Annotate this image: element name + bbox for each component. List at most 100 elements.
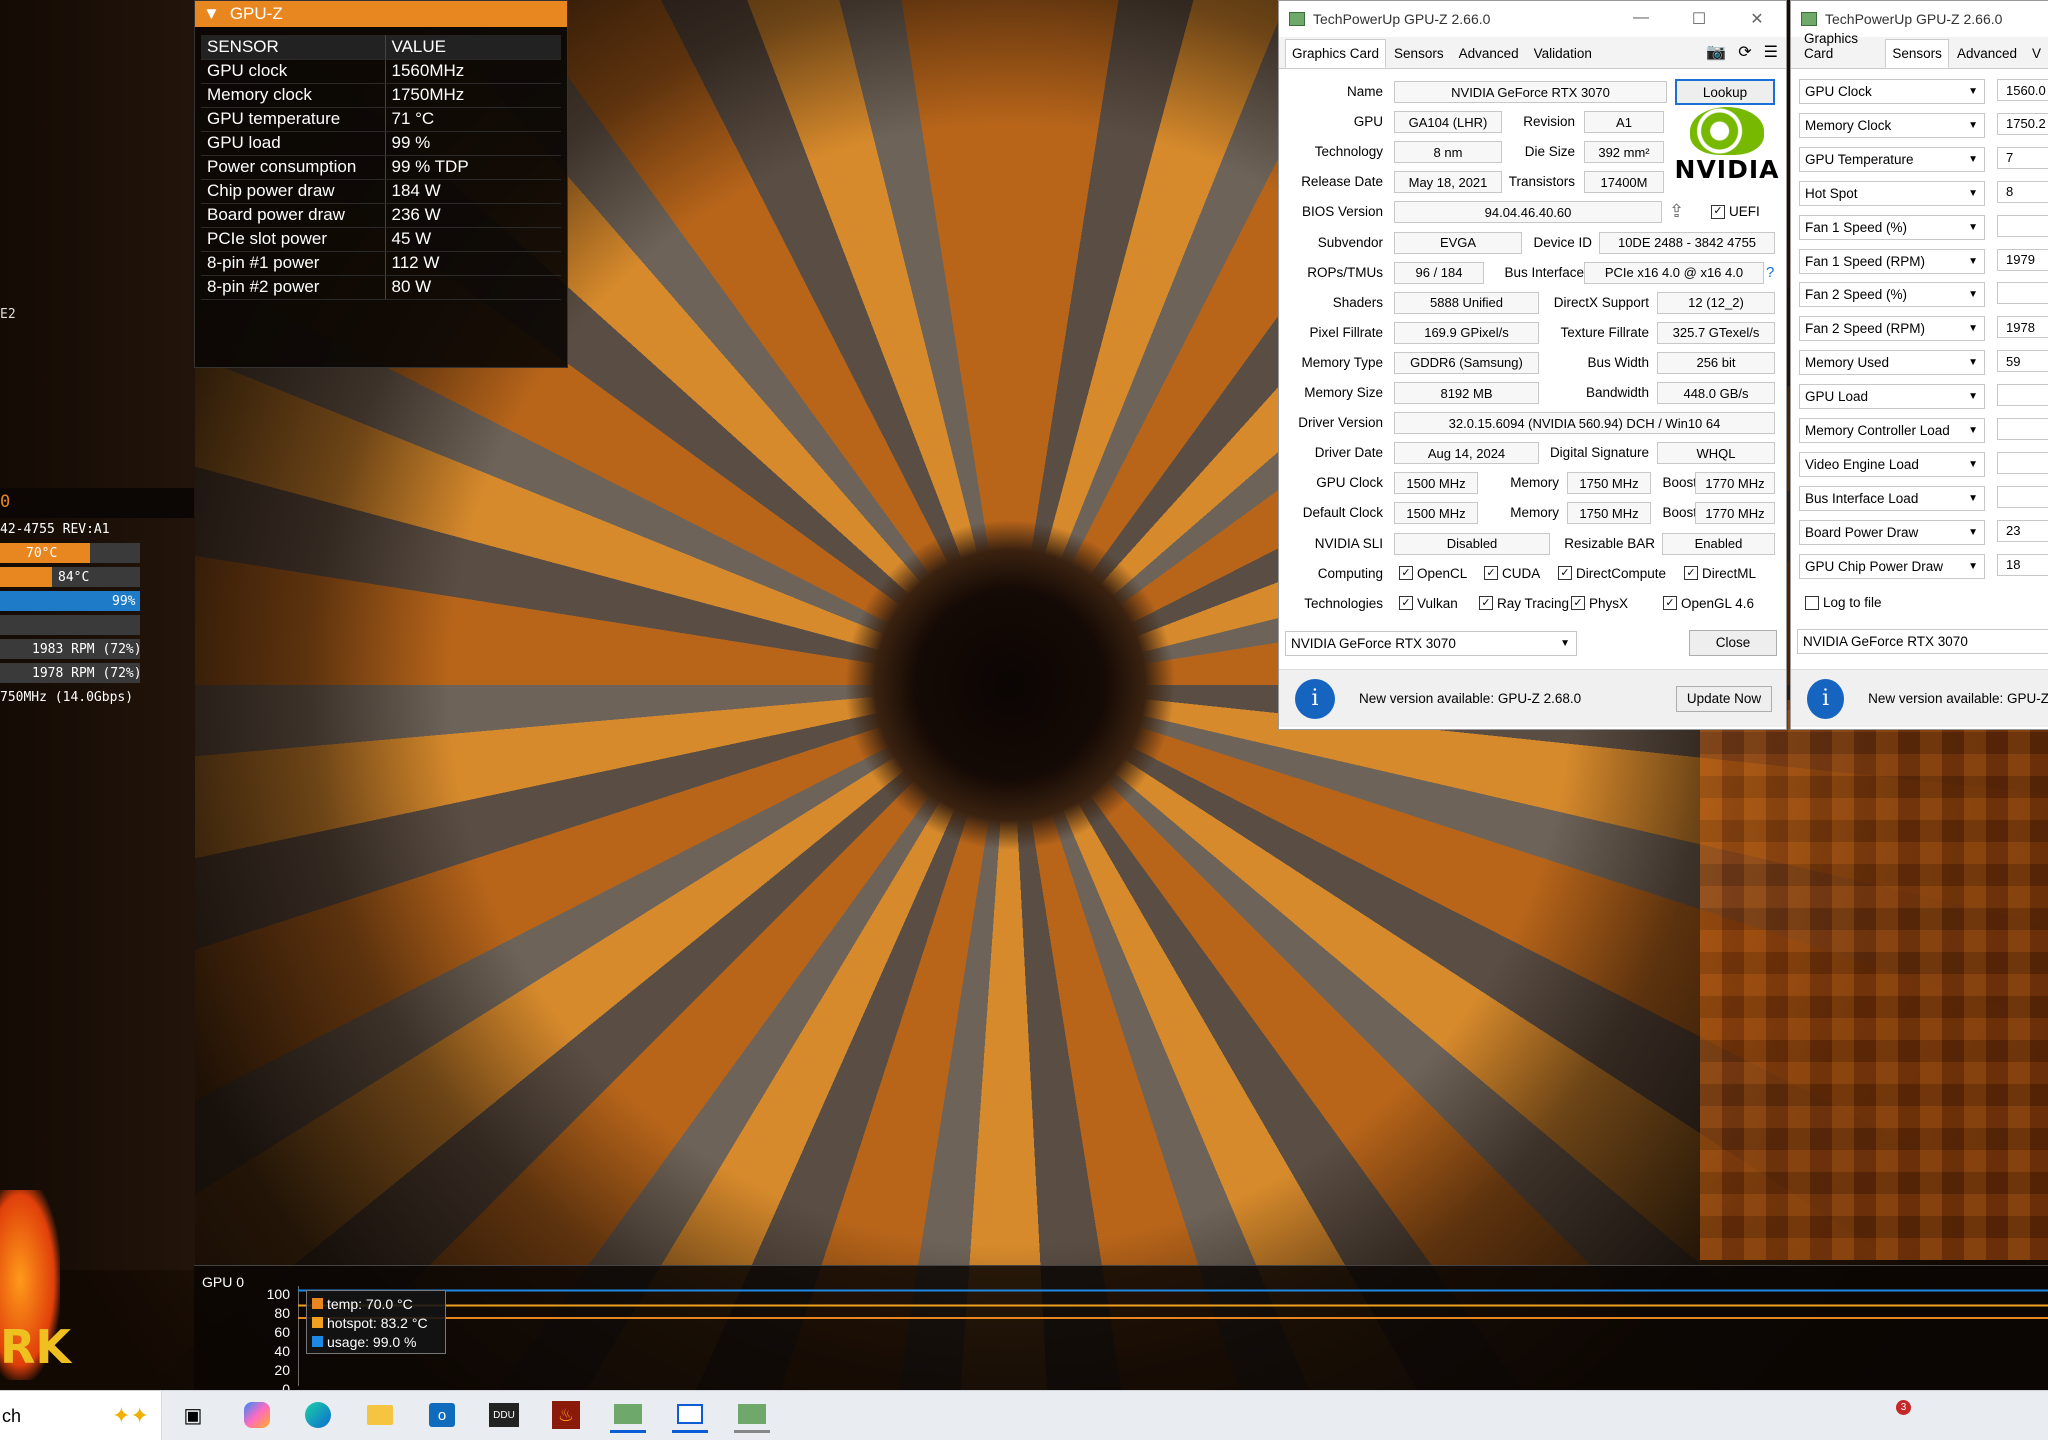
technology-checkbox[interactable]: ✓ Vulkan xyxy=(1399,596,1458,611)
collapse-triangle-icon[interactable]: ▼ xyxy=(203,4,220,24)
sensor-select[interactable]: GPU Temperature ▼ xyxy=(1799,146,1985,172)
close-button[interactable]: Close xyxy=(1689,629,1777,656)
computing-checkbox[interactable]: ✓ OpenCL xyxy=(1399,566,1467,581)
field-release-date[interactable]: May 18, 2021 xyxy=(1394,171,1502,194)
lookup-button[interactable]: Lookup xyxy=(1675,79,1775,105)
sensor-select[interactable]: Video Engine Load ▼ xyxy=(1799,451,1985,477)
field-resizable-bar[interactable]: Enabled xyxy=(1662,532,1775,555)
field-texture-fillrate[interactable]: 325.7 GTexel/s xyxy=(1657,321,1775,344)
label-device-id: Device ID xyxy=(1533,234,1592,250)
sensor-select[interactable]: Memory Controller Load ▼ xyxy=(1799,418,1985,443)
file-explorer-icon[interactable] xyxy=(362,1397,398,1433)
field-default-memory[interactable]: 1750 MHz xyxy=(1567,502,1651,525)
legend-entry: hotspot: 83.2 °C xyxy=(312,1313,440,1332)
gpuz-titlebar[interactable]: TechPowerUp GPU-Z 2.66.0 — ☐ ✕ xyxy=(1279,1,1786,37)
sensor-select[interactable]: GPU Load ▼ xyxy=(1799,384,1985,410)
notification-badge[interactable]: 3 xyxy=(1896,1400,1911,1415)
technology-checkbox[interactable]: ✓ PhysX xyxy=(1571,596,1628,611)
field-driver-version[interactable]: 32.0.15.6094 (NVIDIA 560.94) DCH / Win10… xyxy=(1394,412,1775,435)
field-bus-width[interactable]: 256 bit xyxy=(1657,351,1775,374)
sensor-select[interactable]: Fan 2 Speed (RPM) ▼ xyxy=(1799,316,1985,342)
field-digital-signature[interactable]: WHQL xyxy=(1657,442,1775,465)
field-default-boost[interactable]: 1770 MHz xyxy=(1695,502,1775,525)
device-select[interactable]: NVIDIA GeForce RTX 3070 ▼ xyxy=(1285,630,1577,656)
tab-sensors[interactable]: Sensors xyxy=(1387,39,1451,68)
field-default-clock[interactable]: 1500 MHz xyxy=(1394,502,1478,525)
technology-checkbox[interactable]: ✓ Ray Tracing xyxy=(1479,596,1569,611)
field-gpu[interactable]: GA104 (LHR) xyxy=(1394,111,1502,134)
window-icon[interactable] xyxy=(672,1397,708,1433)
log-to-file-checkbox[interactable]: Log to file xyxy=(1805,595,1882,610)
tab-validation-2[interactable]: V xyxy=(2025,39,2048,68)
gpuz-icon[interactable] xyxy=(610,1397,646,1433)
edge-icon[interactable] xyxy=(300,1397,336,1433)
furmark-icon[interactable]: ♨ xyxy=(548,1397,584,1433)
sensor-select[interactable]: Fan 2 Speed (%) ▼ xyxy=(1799,282,1985,308)
field-rops[interactable]: 96 / 184 xyxy=(1394,261,1484,284)
uefi-checkbox[interactable]: ✓ UEFI xyxy=(1711,204,1760,219)
field-gpu-clock[interactable]: 1500 MHz xyxy=(1394,472,1478,495)
ddu-icon[interactable]: DDU xyxy=(486,1397,522,1433)
label-computing: Computing xyxy=(1317,565,1383,581)
field-transistors[interactable]: 17400M xyxy=(1584,171,1664,194)
sensor-select[interactable]: GPU Clock ▼ xyxy=(1799,79,1985,104)
field-revision[interactable]: A1 xyxy=(1584,111,1664,134)
sensor-select[interactable]: Memory Used ▼ xyxy=(1799,350,1985,376)
tab-advanced[interactable]: Advanced xyxy=(1452,39,1526,68)
field-memory-size[interactable]: 8192 MB xyxy=(1394,382,1539,404)
field-memory-type[interactable]: GDDR6 (Samsung) xyxy=(1394,351,1539,374)
field-shaders[interactable]: 5888 Unified xyxy=(1394,291,1539,314)
copilot-app-icon[interactable] xyxy=(239,1397,275,1433)
chevron-down-icon: ▼ xyxy=(1968,391,1978,403)
sensor-select[interactable]: Fan 1 Speed (%) ▼ xyxy=(1799,214,1985,240)
tab-graphics-card-2[interactable]: Graphics Card xyxy=(1797,24,1884,68)
computing-checkbox[interactable]: ✓ DirectCompute xyxy=(1558,566,1666,581)
field-gpu-boost[interactable]: 1770 MHz xyxy=(1695,472,1775,495)
sensor-select[interactable]: Board Power Draw ▼ xyxy=(1799,519,1985,545)
field-subvendor[interactable]: EVGA xyxy=(1394,231,1522,254)
update-now-button[interactable]: Update Now xyxy=(1676,685,1772,712)
field-technology[interactable]: 8 nm xyxy=(1394,141,1502,164)
field-bus-interface[interactable]: PCIe x16 4.0 @ x16 4.0 xyxy=(1584,261,1764,284)
sensor-select[interactable]: Hot Spot ▼ xyxy=(1799,180,1985,206)
task-view-icon[interactable]: ▣ xyxy=(175,1397,211,1433)
tab-advanced-2[interactable]: Advanced xyxy=(1950,39,2024,68)
menu-icon[interactable]: ☰ xyxy=(1764,42,1778,62)
field-bios[interactable]: 94.04.46.40.60 xyxy=(1394,201,1662,224)
field-gpu-memory[interactable]: 1750 MHz xyxy=(1567,472,1651,495)
field-device-id[interactable]: 10DE 2488 - 3842 4755 xyxy=(1599,231,1775,254)
computing-checkbox[interactable]: ✓ CUDA xyxy=(1484,566,1540,581)
osd-header[interactable]: ▼ GPU-Z xyxy=(195,1,567,27)
gpuz-icon-2[interactable] xyxy=(734,1397,770,1433)
copilot-icon[interactable]: ✦✦ xyxy=(112,1403,149,1429)
field-driver-date[interactable]: Aug 14, 2024 xyxy=(1394,442,1539,465)
sensor-select[interactable]: Fan 1 Speed (RPM) ▼ xyxy=(1799,248,1985,274)
search-box[interactable]: ch ✦✦ xyxy=(0,1391,162,1440)
tab-sensors-2[interactable]: Sensors xyxy=(1885,39,1949,68)
help-icon[interactable]: ? xyxy=(1766,264,1774,281)
field-bandwidth[interactable]: 448.0 GB/s xyxy=(1657,382,1775,404)
computing-checkbox[interactable]: ✓ DirectML xyxy=(1684,566,1756,581)
device-select-2[interactable]: NVIDIA GeForce RTX 3070 xyxy=(1797,629,2048,654)
sensor-select[interactable]: Bus Interface Load ▼ xyxy=(1799,485,1985,511)
sensor-value xyxy=(1997,282,2048,305)
refresh-icon[interactable]: ⟳ xyxy=(1738,42,1751,62)
sensor-select[interactable]: Memory Clock ▼ xyxy=(1799,112,1985,138)
field-directx[interactable]: 12 (12_2) xyxy=(1657,291,1775,314)
minimize-icon[interactable]: — xyxy=(1612,9,1670,29)
field-sli[interactable]: Disabled xyxy=(1394,532,1550,555)
tab-validation[interactable]: Validation xyxy=(1527,39,1599,68)
tab-graphics-card[interactable]: Graphics Card xyxy=(1285,39,1387,68)
field-pixel-fillrate[interactable]: 169.9 GPixel/s xyxy=(1394,321,1539,344)
label-memory-type: Memory Type xyxy=(1301,354,1383,370)
osd-sensor-name: Power consumption xyxy=(201,155,386,180)
close-icon[interactable]: ✕ xyxy=(1728,9,1786,29)
share-icon[interactable]: ⇪ xyxy=(1669,201,1684,222)
technology-checkbox[interactable]: ✓ OpenGL 4.6 xyxy=(1663,596,1754,611)
camera-icon[interactable]: 📷 xyxy=(1706,42,1726,62)
maximize-icon[interactable]: ☐ xyxy=(1670,9,1728,29)
sensor-select[interactable]: GPU Chip Power Draw ▼ xyxy=(1799,553,1985,579)
outlook-icon[interactable]: o xyxy=(424,1397,460,1433)
field-die-size[interactable]: 392 mm² xyxy=(1584,141,1664,164)
field-name[interactable]: NVIDIA GeForce RTX 3070 xyxy=(1394,81,1667,103)
